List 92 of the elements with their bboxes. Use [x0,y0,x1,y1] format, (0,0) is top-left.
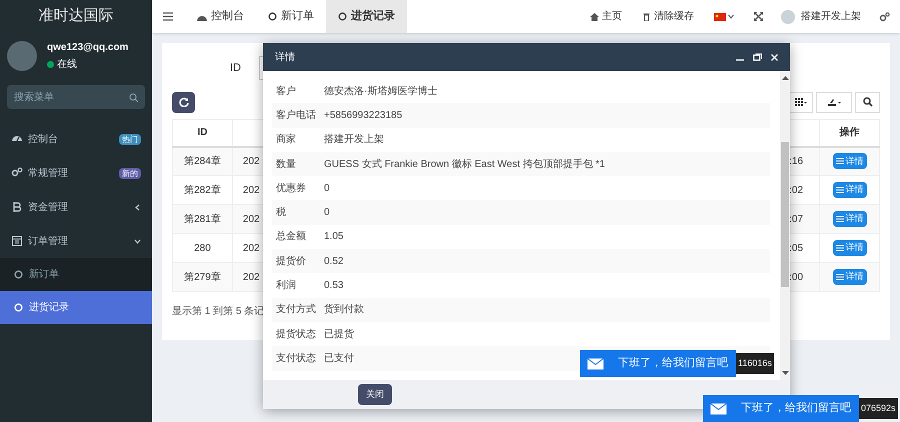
details-button[interactable]: 详情 [832,153,867,170]
field-label: 支付方式 [275,302,317,318]
field-label: 优惠券 [275,182,307,196]
search-icon [862,97,872,107]
menu-item[interactable]: 资金管理 [0,190,152,224]
circle-icon [14,270,23,279]
export-dropdown[interactable] [816,92,852,112]
details-button[interactable]: 详情 [832,240,867,256]
field-label: 提货状态 [275,328,317,342]
settings-icon [879,12,890,22]
export-icon [827,98,841,106]
expand-icon [754,12,763,21]
user-email: qwe123@qq.com [47,41,128,55]
close-button[interactable]: 关闭 [358,384,392,405]
table-cell: 第279章 [172,262,232,292]
nav-link[interactable]: 主页 [580,9,632,24]
maximize-button[interactable] [753,53,762,61]
submenu-item[interactable]: 新订单 [0,258,152,291]
timer-label: 076592s [859,398,898,419]
list-icon [836,216,844,222]
timer-label: 116016s [736,353,774,374]
home-icon [590,12,599,21]
currency-icon [11,201,23,213]
field-label: 支付状态 [275,352,317,366]
envelope-icon [710,402,727,414]
menu-badge: 新的 [119,168,141,178]
nav-tab[interactable]: 控制台 [185,0,256,33]
trash-icon [642,12,651,21]
flag-icon [714,12,726,20]
field-value: 0 [324,206,330,220]
avatar [7,41,37,71]
nav-link[interactable]: 清除缓存 [632,9,704,24]
field-label: 利润 [275,278,297,294]
gears-icon [11,167,23,179]
field-label: 数量 [275,158,297,172]
pagination-info: 显示第 1 到第 5 条记 [172,305,264,319]
search-field[interactable]: 搜索菜单 [7,85,145,109]
scroll-down-icon [782,371,788,376]
chat-widget[interactable]: 下班了，给我们留言吧 [580,350,736,377]
column-header: ID [172,120,232,146]
nav-tab[interactable]: 新订单 [256,0,326,33]
field-value: 搭建开发上架 [324,132,384,148]
field-label: 客户电话 [275,108,317,123]
maximize-icon [753,53,762,61]
chevron-down-icon [728,14,734,19]
app-logo: 准时达国际 [38,6,114,26]
list-icon [836,187,844,193]
nav-tab[interactable]: 进货记录 [326,0,407,33]
field-label: 客户 [275,84,297,99]
menu-item[interactable]: 控制台 热门 [0,122,152,156]
user-menu[interactable]: 搭建开发上架 [773,9,869,24]
refresh-icon [178,97,188,107]
close-button[interactable] [771,54,778,60]
field-value: 德安杰洛·斯塔姆医学博士 [324,84,438,99]
field-label: 商家 [275,132,297,148]
details-button[interactable]: 详情 [832,211,867,227]
field-value: +5856993223185 [324,108,402,123]
details-button[interactable]: 详情 [832,269,867,285]
column-header: 操作 [820,120,880,146]
search-icon [129,92,138,102]
search-button[interactable] [855,92,880,112]
close-icon [771,54,778,60]
field-value: 已支付 [324,352,354,366]
menu-badge: 热门 [119,134,141,144]
envelope-icon [587,358,604,370]
search-label: ID [230,60,241,76]
circle-icon [268,12,277,21]
field-label: 税 [275,206,287,220]
modal-title: 详情 [275,50,295,64]
field-value: 0 [324,182,330,196]
list-icon [836,274,844,280]
circle-icon [338,12,347,21]
grid-icon [794,98,806,106]
calendar-icon [11,235,23,247]
menu-item[interactable]: 常规管理 新的 [0,156,152,190]
list-icon [836,245,844,251]
circle-icon [14,303,23,312]
scroll-up-icon [782,75,788,80]
chat-widget[interactable]: 下班了，给我们留言吧 [703,395,859,422]
field-value: 已提货 [324,328,354,342]
submenu-item[interactable]: 进货记录 [0,291,152,324]
details-button[interactable]: 详情 [832,182,867,198]
field-value: 货到付款 [324,303,364,318]
scrollbar[interactable] [780,71,790,380]
refresh-button[interactable] [172,92,195,112]
status-text: 在线 [57,58,77,72]
field-value: 0.53 [324,279,344,294]
list-icon [836,158,844,164]
menu-item[interactable]: 订单管理 [0,224,152,258]
avatar [781,10,795,24]
menu-icon [163,12,173,21]
scrollbar-thumb[interactable] [781,142,789,287]
